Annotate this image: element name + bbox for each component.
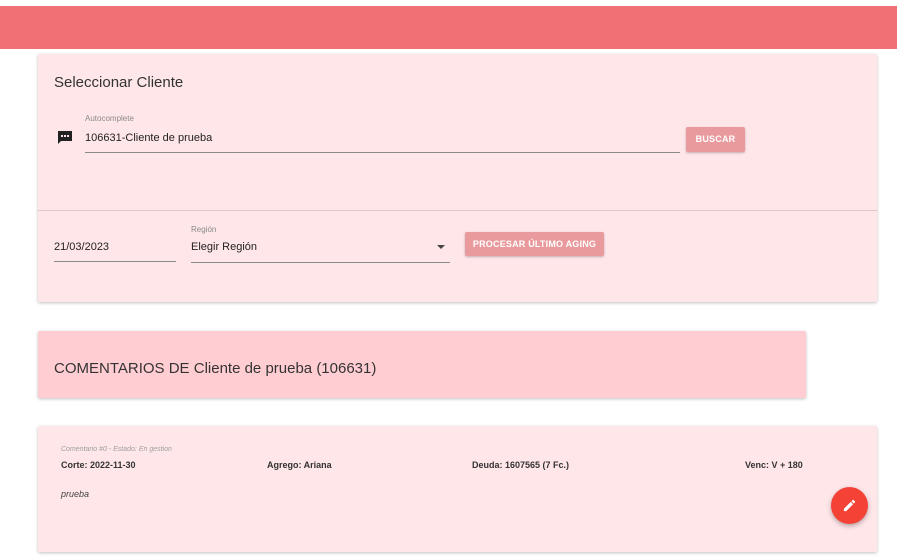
select-client-card: Seleccionar Cliente Autocomplete 106631-… (38, 54, 877, 302)
comment-card: Comentario #0 - Estado: En gestion Corte… (38, 426, 877, 552)
select-client-title: Seleccionar Cliente (54, 74, 184, 91)
date-underline (54, 261, 176, 262)
comment-corte: Corte: 2022-11-30 (61, 460, 136, 470)
search-button[interactable]: BUSCAR (686, 127, 745, 152)
comment-venc: Venc: V + 180 (745, 460, 803, 470)
comment-deuda: Deuda: 1607565 (7 Fc.) (472, 460, 570, 470)
comment-agrego: Agrego: Ariana (267, 460, 332, 470)
app-header-bar (0, 6, 897, 49)
autocomplete-underline (85, 152, 680, 153)
autocomplete-input[interactable]: 106631-Cliente de prueba (85, 132, 212, 144)
comment-text: prueba (61, 489, 90, 499)
region-label: Región (191, 225, 217, 234)
region-underline (191, 262, 450, 263)
region-select[interactable]: Elegir Región (191, 241, 257, 253)
process-aging-button[interactable]: PROCESAR ÚLTIMO AGING (465, 232, 604, 256)
autocomplete-label: Autocomplete (85, 114, 134, 123)
caret-down-icon[interactable] (437, 245, 445, 249)
edit-fab-button[interactable] (831, 487, 868, 524)
card-divider (38, 210, 877, 211)
pencil-icon (843, 499, 856, 512)
date-input[interactable]: 21/03/2023 (54, 241, 109, 253)
comments-title: COMENTARIOS DE Cliente de prueba (106631… (54, 360, 377, 377)
comments-header-card: COMENTARIOS DE Cliente de prueba (106631… (38, 331, 806, 398)
comment-meta: Comentario #0 - Estado: En gestion (61, 446, 172, 453)
comment-icon (58, 131, 72, 144)
